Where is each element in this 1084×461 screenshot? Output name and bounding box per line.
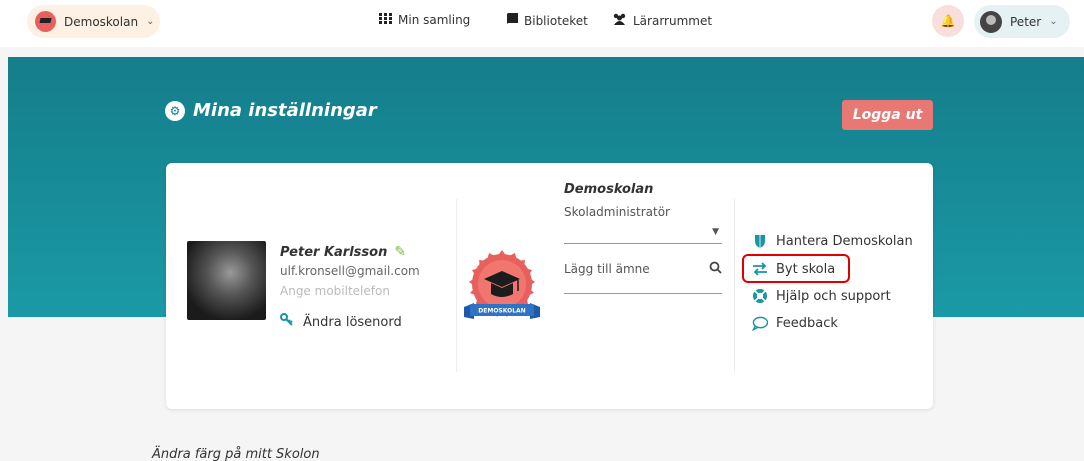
- chevron-down-icon: ⌄: [1049, 16, 1058, 27]
- school-selector-label: Demoskolan: [64, 14, 139, 29]
- nav-label: Lärarrummet: [633, 13, 713, 28]
- profile-name-text: Peter Karlsson: [280, 244, 388, 260]
- role-value: Skoladministratör: [564, 205, 670, 219]
- divider: [734, 199, 735, 372]
- speech-bubble-icon: [752, 315, 768, 331]
- caret-down-icon: ▼: [712, 227, 719, 237]
- school-logo-icon: [35, 11, 56, 32]
- phone-field[interactable]: Ange mobiltelefon: [280, 284, 390, 298]
- user-menu[interactable]: Peter ⌄: [974, 5, 1070, 38]
- settings-card: Peter Karlsson ✎ ulf.kronsell@gmail.com …: [166, 163, 933, 409]
- change-password-link[interactable]: Ändra lösenord: [280, 313, 402, 331]
- school-badge-icon: DEMOSKOLAN: [464, 250, 540, 319]
- profile-name: Peter Karlsson ✎: [280, 244, 406, 260]
- feedback-link[interactable]: Feedback: [752, 313, 838, 333]
- subject-placeholder: Lägg till ämne: [564, 262, 650, 276]
- help-support-link[interactable]: Hjälp och support: [752, 286, 891, 306]
- edit-pencil-icon[interactable]: ✎: [394, 244, 406, 260]
- feedback-label: Feedback: [776, 315, 838, 331]
- avatar: [980, 10, 1002, 33]
- manage-school-label: Hantera Demoskolan: [776, 233, 913, 249]
- bell-icon: 🔔: [940, 14, 956, 28]
- nav-min-samling[interactable]: Min samling: [379, 13, 470, 27]
- page-title: ⚙ Mina inställningar: [165, 100, 377, 121]
- school-selector[interactable]: Demoskolan ⌄: [27, 5, 160, 38]
- notifications-button[interactable]: 🔔: [932, 5, 964, 37]
- chevron-down-icon: ⌄: [146, 16, 155, 27]
- nav-biblioteket[interactable]: Biblioteket: [507, 13, 588, 28]
- grid-icon: [379, 13, 392, 27]
- nav-lararrummet[interactable]: Lärarrummet: [612, 13, 712, 28]
- help-support-label: Hjälp och support: [776, 288, 891, 304]
- add-subject-input[interactable]: Lägg till ämne: [564, 257, 722, 294]
- manage-school-link[interactable]: Hantera Demoskolan: [752, 231, 913, 251]
- nav-label: Min samling: [398, 13, 471, 27]
- change-password-label: Ändra lösenord: [303, 314, 402, 330]
- profile-email: ulf.kronsell@gmail.com: [280, 264, 420, 278]
- users-icon: [612, 13, 627, 28]
- profile-photo: [187, 241, 266, 320]
- book-icon: [507, 13, 518, 28]
- top-navigation-bar: Demoskolan ⌄ Min samling Biblioteket Lär…: [0, 0, 1084, 47]
- divider: [456, 199, 457, 372]
- nav-label: Biblioteket: [524, 13, 588, 28]
- lifebuoy-icon: [752, 288, 768, 304]
- shield-icon: [752, 233, 768, 249]
- badge-label: DEMOSKOLAN: [478, 308, 525, 315]
- page-title-text: Mina inställningar: [193, 100, 377, 121]
- change-color-heading: Ändra färg på mitt Skolon: [152, 447, 320, 461]
- highlight-annotation: [742, 254, 850, 283]
- settings-gear-icon: ⚙: [165, 100, 185, 121]
- school-name: Demoskolan: [564, 182, 654, 197]
- search-icon[interactable]: [709, 261, 722, 274]
- user-name: Peter: [1010, 14, 1042, 29]
- logout-button[interactable]: Logga ut: [842, 100, 933, 130]
- key-icon: [280, 313, 294, 331]
- role-select[interactable]: Skoladministratör ▼: [564, 203, 722, 244]
